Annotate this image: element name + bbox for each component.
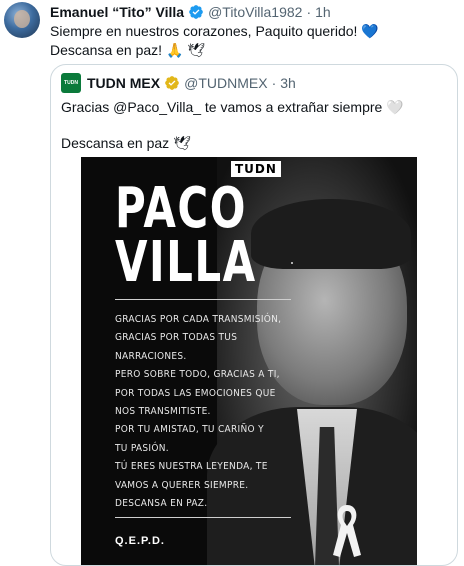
message-line: GRACIAS POR CADA TRANSMISIÓN,: [115, 314, 282, 325]
poster-message: GRACIAS POR CADA TRANSMISIÓN, GRACIAS PO…: [115, 311, 315, 513]
quote-author-handle: @TUDNMEX: [184, 75, 268, 91]
qepd-label: Q.E.P.D.: [115, 535, 165, 547]
sparkle: [291, 262, 293, 264]
message-line: DESCANSA EN PAZ.: [115, 498, 208, 510]
timestamp[interactable]: 1h: [315, 3, 331, 21]
author-avatar[interactable]: [4, 2, 40, 38]
divider: [115, 299, 291, 300]
author-handle[interactable]: @TitoVilla1982: [208, 3, 302, 21]
message-line: NARRACIONES.: [115, 350, 187, 362]
message-line: POR TU AMISTAD, TU CARIÑO Y: [115, 424, 264, 436]
tweet-text: Siempre en nuestros corazones, Paquito q…: [50, 22, 450, 60]
message-line: POR TODAS LAS EMOCIONES QUE: [115, 387, 276, 399]
divider: [115, 517, 291, 518]
tweet-text-line: Siempre en nuestros corazones, Paquito q…: [50, 23, 379, 39]
separator-dot: ·: [271, 75, 277, 91]
memorial-poster-image[interactable]: TUDN PACO VILLA GRACIAS POR CADA TRANSMI…: [81, 157, 417, 565]
quote-avatar: TUDN: [61, 73, 81, 93]
tudn-logo: TUDN: [231, 161, 281, 177]
tweet-header: Emanuel “Tito” Villa @TitoVilla1982 · 1h: [50, 3, 331, 21]
gold-verified-badge-icon: [165, 76, 179, 90]
message-line: VAMOS A QUERER SIEMPRE.: [115, 479, 249, 491]
message-line: NOS TRANSMITISTE.: [115, 406, 211, 418]
quoted-tweet[interactable]: TUDN TUDN MEX @TUDNMEX · 3h Gracias @Pac…: [50, 64, 458, 566]
verified-badge-icon: [189, 5, 203, 19]
quote-header: TUDN TUDN MEX @TUDNMEX · 3h: [61, 73, 296, 93]
message-line: TU PASIÓN.: [115, 442, 169, 454]
quote-text-line: Descansa en paz 🕊: [61, 135, 191, 151]
message-line: GRACIAS POR TODAS TUS: [115, 332, 238, 344]
poster-title-line: VILLA: [115, 230, 257, 295]
author-name[interactable]: Emanuel “Tito” Villa: [50, 3, 184, 21]
mourning-ribbon-icon: [333, 505, 361, 557]
portrait-hair: [251, 199, 411, 269]
separator-dot: ·: [306, 4, 312, 20]
tweet-text-line: Descansa en paz! 🙏 🕊: [50, 42, 206, 58]
message-line: TÚ ERES NUESTRA LEYENDA, TE: [115, 461, 268, 473]
quote-text: Gracias @Paco_Villa_ te vamos a extrañar…: [61, 98, 451, 152]
quote-timestamp: 3h: [280, 75, 296, 91]
message-line: PERO SOBRE TODO, GRACIAS A TI,: [115, 369, 280, 381]
quote-author-name: TUDN MEX: [87, 75, 161, 91]
poster-title-line: PACO: [115, 176, 247, 241]
quote-text-line: Gracias @Paco_Villa_ te vamos a extrañar…: [61, 99, 404, 115]
